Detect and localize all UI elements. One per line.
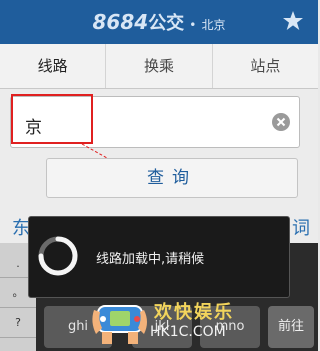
- dot-separator: •: [189, 18, 197, 32]
- symbol-key[interactable]: ?: [0, 309, 36, 338]
- tab-stations[interactable]: 站点: [213, 44, 318, 88]
- watermark-gamepad-icon: [92, 305, 147, 344]
- app-number: 8684: [92, 10, 149, 34]
- clear-icon[interactable]: [272, 113, 290, 131]
- spinner-icon: [38, 236, 78, 276]
- watermark-url: HK1C.COM: [150, 324, 226, 340]
- star-icon[interactable]: [282, 10, 304, 32]
- tab-routes[interactable]: 线路: [0, 44, 107, 88]
- go-button[interactable]: 前往: [268, 306, 314, 348]
- app-name: 公交: [148, 13, 185, 34]
- watermark-text: 欢快娱乐: [154, 302, 234, 323]
- city-name[interactable]: 北京: [201, 18, 225, 32]
- query-button[interactable]: 查询: [46, 158, 298, 198]
- loading-message: 线路加载中,请稍候: [96, 252, 205, 267]
- app-title: 8684公交 • 北京: [0, 0, 318, 44]
- history-item[interactable]: 词: [292, 214, 310, 240]
- tab-bar: 线路 换乘 站点: [0, 44, 318, 89]
- highlight-box: [11, 94, 93, 144]
- tab-transfer[interactable]: 换乘: [106, 44, 213, 88]
